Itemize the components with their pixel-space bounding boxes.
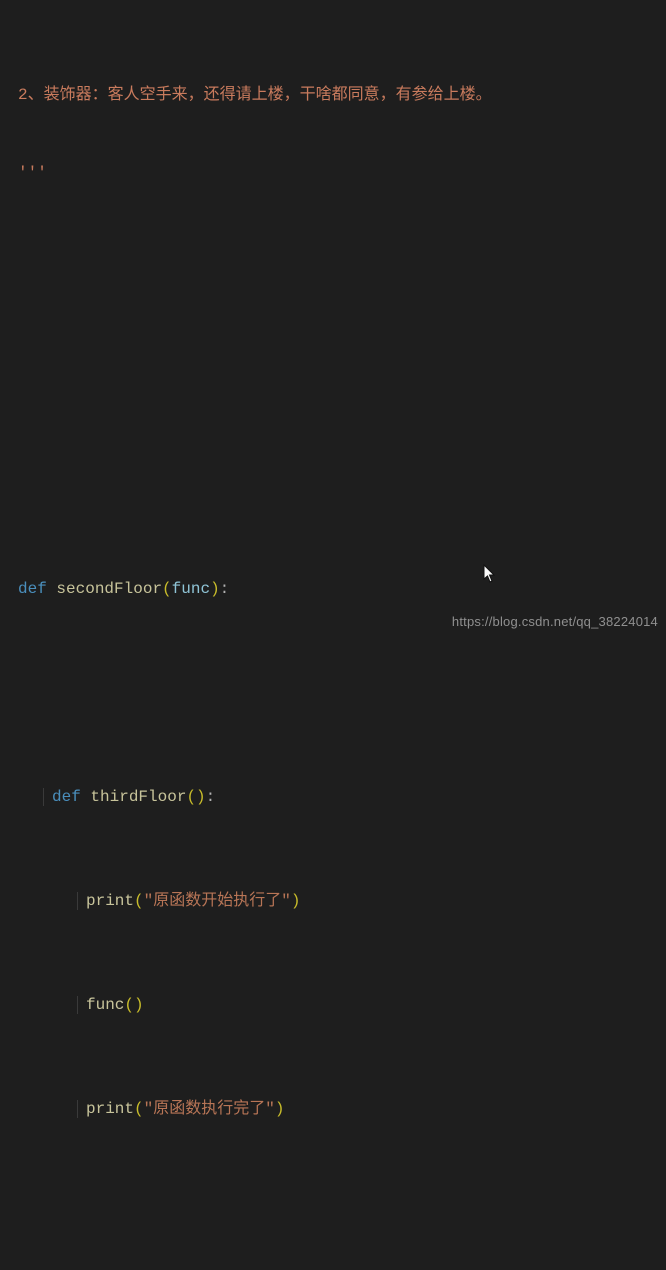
param-func: func <box>172 580 210 598</box>
paren-close: ) <box>291 892 301 910</box>
paren-close: ) <box>275 1100 285 1118</box>
func-call: func() <box>18 992 648 1018</box>
paren-close: ) <box>210 580 220 598</box>
paren-open: ( <box>134 892 144 910</box>
watermark-text: https://blog.csdn.net/qq_38224014 <box>452 614 658 629</box>
fn-func: func <box>86 996 124 1014</box>
print-call-1: print("原函数开始执行了") <box>18 888 648 914</box>
fn-print: print <box>86 1100 134 1118</box>
blank-line <box>18 316 648 342</box>
paren-open: ( <box>162 580 172 598</box>
mouse-cursor-icon <box>483 564 499 590</box>
colon: : <box>206 788 216 806</box>
blank-line <box>18 472 648 498</box>
def-thirdFloor: def thirdFloor(): <box>18 784 648 810</box>
string-literal: "原函数开始执行了" <box>144 892 291 910</box>
paren-empty: () <box>124 996 143 1014</box>
print-call-2: print("原函数执行完了") <box>18 1096 648 1122</box>
string-literal: "原函数执行完了" <box>144 1100 275 1118</box>
blank-line <box>18 238 648 264</box>
keyword-def: def <box>18 580 47 598</box>
blank-line <box>18 1200 648 1226</box>
paren-empty: () <box>186 788 205 806</box>
paren-open: ( <box>134 1100 144 1118</box>
fn-thirdFloor: thirdFloor <box>90 788 186 806</box>
blank-line <box>18 394 648 420</box>
fn-secondFloor: secondFloor <box>56 580 162 598</box>
code-editor[interactable]: 2、装饰器：客人空手来，还得请上楼，干啥都同意，有参给上楼。 ''' def s… <box>0 0 666 1270</box>
keyword-def: def <box>52 788 81 806</box>
comment-line: 2、装饰器：客人空手来，还得请上楼，干啥都同意，有参给上楼。 <box>18 82 648 108</box>
fn-print: print <box>86 892 134 910</box>
def-secondFloor: def secondFloor(func): <box>18 576 648 602</box>
colon: : <box>220 580 230 598</box>
docstring-end: ''' <box>18 160 648 186</box>
blank-line <box>18 680 648 706</box>
